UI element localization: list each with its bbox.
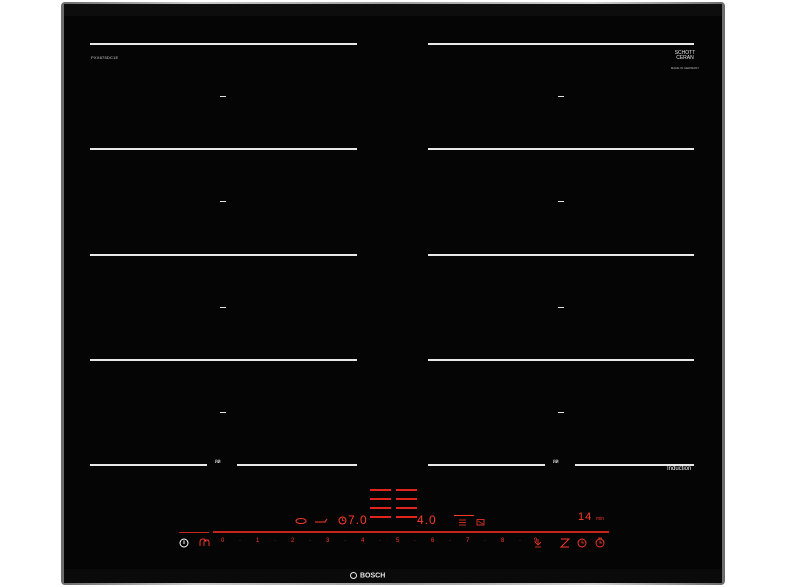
zone-right-power-display: 4.0: [417, 513, 437, 527]
keep-warm-indicator: [454, 515, 474, 516]
zone-line-left-5b: [237, 464, 357, 466]
scale-7[interactable]: 7: [466, 538, 469, 544]
zone-select-bar[interactable]: [370, 489, 391, 491]
scale-dot: ·: [484, 538, 486, 544]
timer-unit: min: [596, 516, 605, 522]
scale-dot: ·: [309, 538, 311, 544]
scale-1[interactable]: 1: [256, 538, 259, 544]
glass-origin: MADE IN GERMANY: [670, 66, 700, 70]
zone-center-marker: [558, 96, 564, 97]
zone-center-marker: [558, 307, 564, 308]
zone-select-bar[interactable]: [370, 498, 391, 500]
scale-3[interactable]: 3: [326, 538, 329, 544]
timer-icon[interactable]: [595, 537, 605, 548]
scale-0[interactable]: 0: [221, 538, 224, 544]
zone-line-left-3: [90, 254, 357, 256]
scale-dot: ·: [344, 538, 346, 544]
zone-line-left-1: [90, 43, 357, 45]
zone-left-power-display: 7.0: [348, 513, 368, 527]
frame-top-edge: [64, 4, 722, 16]
zone-line-right-3: [428, 254, 694, 256]
zone-line-right-4: [428, 359, 694, 361]
zone-line-right-5a: [428, 464, 545, 466]
scale-dot: ·: [449, 538, 451, 544]
power-scale: 0 · 1 · 2 · 3 · 4 · 5 · 6 · 7 · 8 · 9: [176, 538, 611, 550]
zone-select-bar[interactable]: [396, 498, 417, 500]
zone-line-right-2: [428, 148, 694, 150]
scale-8[interactable]: 8: [501, 538, 504, 544]
pot-icon[interactable]: [476, 518, 485, 526]
scale-dot: ·: [519, 538, 521, 544]
model-code: PXX875DC1E: [91, 55, 119, 60]
scale-2[interactable]: 2: [291, 538, 294, 544]
induction-label: Induction: [667, 466, 692, 472]
brand-logo: BOSCH: [350, 572, 436, 582]
zone-center-marker: [220, 412, 226, 413]
zone-center-marker: [220, 96, 226, 97]
ceran-text: CERAN: [676, 55, 694, 61]
move-function-icon[interactable]: [560, 538, 570, 548]
pan-icon[interactable]: [314, 517, 328, 525]
timer-clock-icon[interactable]: [338, 516, 347, 525]
scale-dot: ·: [274, 538, 276, 544]
zone-selector-right[interactable]: [396, 489, 417, 525]
scale-4[interactable]: 4: [361, 538, 364, 544]
zone-center-marker: [558, 412, 564, 413]
zone-select-bar[interactable]: [396, 516, 417, 518]
zone-line-left-2: [90, 148, 357, 150]
slider-left-segment: [179, 532, 209, 533]
frying-sensor-icon[interactable]: [458, 518, 467, 526]
zone-line-left-5a: [90, 464, 207, 466]
zone-select-bar[interactable]: [370, 516, 391, 518]
zone-select-bar[interactable]: [396, 507, 417, 509]
zone-line-left-4: [90, 359, 357, 361]
zone-selector-left[interactable]: [370, 489, 391, 525]
zone-line-right-1: [428, 43, 694, 45]
ceramic-glass-surface: [64, 16, 722, 569]
scale-dot: ·: [414, 538, 416, 544]
schott-ceran-logo: SCHOTT CERAN MADE IN GERMANY: [668, 51, 702, 71]
scale-dot: ·: [379, 538, 381, 544]
boost-icon[interactable]: [533, 538, 543, 548]
flexinduction-mark-right: ӥӥ: [553, 459, 559, 465]
flexinduction-mark-left: ӥӥ: [215, 459, 221, 465]
brand-name: BOSCH: [360, 572, 386, 580]
zone-select-bar[interactable]: [396, 489, 417, 491]
clock-icon[interactable]: [577, 538, 587, 548]
zone-center-marker: [558, 201, 564, 202]
power-level-slider[interactable]: [213, 531, 609, 533]
zone-select-bar[interactable]: [370, 507, 391, 509]
scale-5[interactable]: 5: [396, 538, 399, 544]
sensor-icon[interactable]: [295, 517, 307, 525]
zone-center-marker: [220, 201, 226, 202]
timer-display: 14: [578, 511, 593, 523]
scale-6[interactable]: 6: [431, 538, 434, 544]
scale-dot: ·: [239, 538, 241, 544]
bosch-armature-icon: [350, 572, 357, 579]
zone-center-marker: [220, 307, 226, 308]
